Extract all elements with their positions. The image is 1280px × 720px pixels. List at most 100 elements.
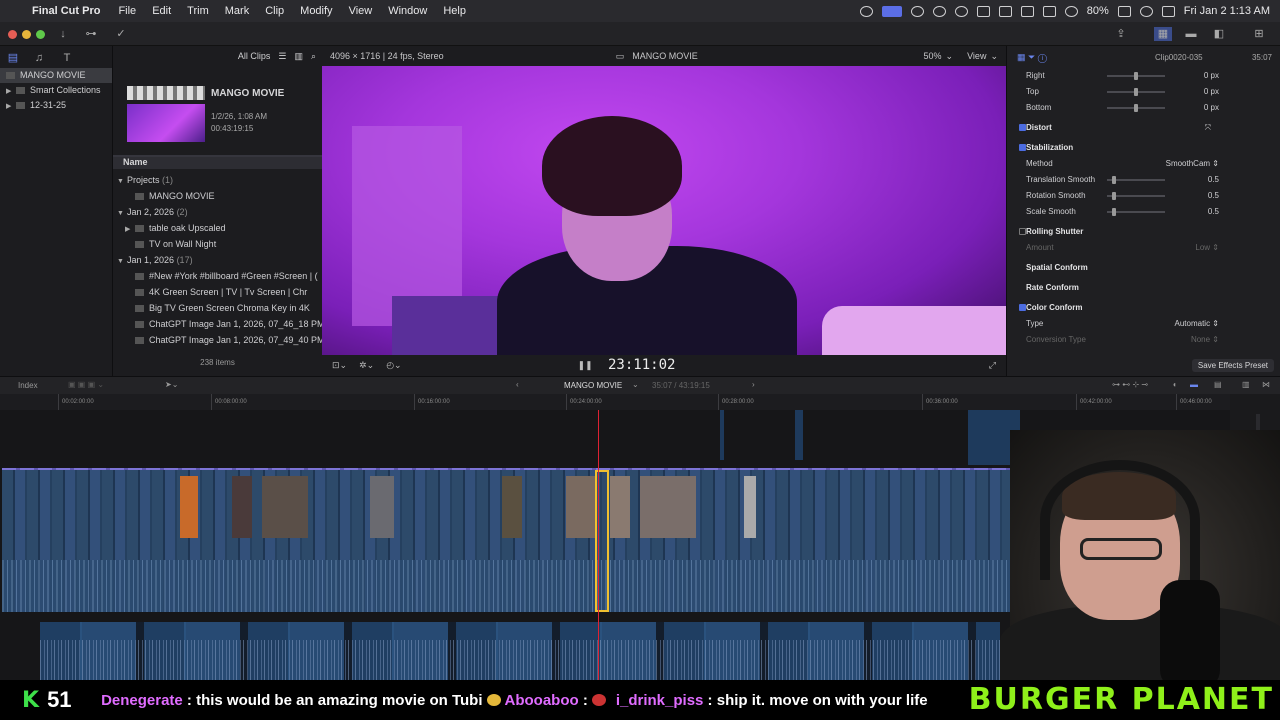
inspector-row[interactable]: Right 0 px [1007, 68, 1280, 83]
status-dot-icon[interactable] [910, 5, 924, 17]
sidebar-item-smart-collections[interactable]: ▶ Smart Collections [0, 83, 112, 98]
enable-checkbox[interactable] [1019, 304, 1026, 311]
minimize-window-button[interactable] [22, 30, 31, 39]
param-slider[interactable] [1107, 104, 1165, 112]
menu-window[interactable]: Window [380, 5, 435, 17]
play-icon[interactable] [954, 5, 968, 17]
clip-filter-popup[interactable]: All Clips [238, 51, 271, 61]
param-popup[interactable]: Automatic ⇕ [1175, 316, 1220, 331]
param-slider[interactable] [1107, 88, 1165, 96]
onscreen-controls-icon[interactable]: ⤧ [1205, 120, 1211, 135]
param-slider[interactable] [1107, 208, 1165, 216]
enable-checkbox[interactable] [1019, 228, 1026, 235]
screen-icon[interactable] [998, 5, 1012, 17]
inspector-row[interactable]: Stabilization [1007, 140, 1280, 155]
param-value[interactable]: 0.5 [1208, 172, 1219, 187]
play-pause-button[interactable]: ❚❚ [578, 360, 593, 371]
menu-view[interactable]: View [341, 5, 381, 17]
layout-icon[interactable]: ▦ [1154, 27, 1172, 41]
disclosure-icon[interactable]: ▶ [125, 222, 135, 236]
message-icon[interactable] [1020, 5, 1034, 17]
list-item[interactable]: ChatGPT Image Jan 1, 2026, 07_49_40 PM [113, 332, 322, 348]
clock[interactable]: Fri Jan 2 1:13 AM [1184, 5, 1270, 17]
list-item[interactable]: ▶ table oak Upscaled [113, 220, 322, 236]
list-item[interactable]: TV on Wall Night [113, 236, 322, 252]
titles-icon[interactable]: T [58, 51, 76, 65]
inspector-row[interactable]: Method SmoothCam ⇕ [1007, 156, 1280, 171]
disclosure-icon[interactable]: ▼ [117, 254, 127, 268]
inspector-row[interactable]: Top 0 px [1007, 84, 1280, 99]
list-view-icon[interactable]: ☰ [278, 51, 286, 62]
save-effects-preset-button[interactable]: Save Effects Preset [1191, 359, 1274, 372]
slider-knob[interactable] [1134, 104, 1138, 112]
menu-file[interactable]: File [110, 5, 144, 17]
video-frame[interactable] [322, 66, 1006, 355]
slider-knob[interactable] [1112, 208, 1117, 216]
battery-icon[interactable] [1117, 5, 1131, 17]
inspector-layout-icon[interactable]: ◧ [1210, 27, 1228, 41]
creative-cloud-icon[interactable] [859, 5, 873, 17]
name-column-header[interactable]: Name [113, 155, 322, 169]
clip-thumbnail[interactable] [232, 476, 252, 538]
screen-share-icon[interactable] [881, 5, 902, 17]
list-item[interactable]: MANGO MOVIE [113, 188, 322, 204]
keywords-icon[interactable]: ⊶ [82, 27, 100, 41]
inspector-row[interactable]: Rotation Smooth 0.5 [1007, 188, 1280, 203]
list-item[interactable]: ▼ Jan 1, 2026 (17) [113, 252, 322, 268]
effects-browser-icon[interactable]: ▥ [1242, 380, 1250, 389]
enable-checkbox[interactable] [1019, 144, 1026, 151]
clip-thumbnail[interactable] [566, 476, 596, 538]
inspector-row[interactable]: Scale Smooth 0.5 [1007, 204, 1280, 219]
record-icon[interactable] [976, 5, 990, 17]
menu-clip[interactable]: Clip [257, 5, 292, 17]
search-icon[interactable] [1139, 5, 1153, 17]
control-center-icon[interactable] [1161, 5, 1175, 17]
view-popup[interactable]: View [967, 51, 986, 61]
index-button[interactable]: Index [18, 381, 38, 390]
list-item[interactable]: 4K Green Screen | TV | Tv Screen | Chr [113, 284, 322, 300]
app-menu[interactable]: Final Cut Pro [30, 5, 110, 17]
sidebar-item-event[interactable]: ▶ 12-31-25 [0, 98, 112, 113]
headphones-icon[interactable]: ◖ [1172, 380, 1177, 389]
enhance-icon[interactable]: ✲⌄ [359, 360, 374, 371]
background-tasks-icon[interactable]: ✓ [112, 27, 130, 41]
clip-thumbnail[interactable] [180, 476, 198, 538]
param-slider[interactable] [1107, 192, 1165, 200]
libraries-icon[interactable]: ▤ [4, 51, 22, 65]
edit-buttons[interactable]: ▣ ▣ ▣ ⌄ [68, 380, 104, 389]
transform-icon[interactable]: ⊡⌄ [332, 360, 347, 371]
slider-knob[interactable] [1112, 176, 1117, 184]
battery-percent[interactable]: 80% [1087, 5, 1109, 17]
menu-edit[interactable]: Edit [144, 5, 179, 17]
menu-help[interactable]: Help [435, 5, 474, 17]
slider-knob[interactable] [1134, 72, 1138, 80]
fullscreen-icon[interactable]: ⤢ [989, 360, 996, 371]
param-value[interactable]: 0 px [1204, 84, 1219, 99]
transitions-icon[interactable]: ⋈ [1262, 380, 1270, 389]
bluetooth-icon[interactable] [1042, 5, 1056, 17]
filmstrip-view-icon[interactable]: ▥ [294, 51, 303, 62]
inspector-row[interactable]: Color Conform [1007, 300, 1280, 315]
disclosure-icon[interactable]: ▼ [117, 206, 127, 220]
connected-clip[interactable] [720, 410, 724, 460]
zoom-window-button[interactable] [36, 30, 45, 39]
zoom-popup[interactable]: 50% [924, 51, 942, 61]
param-value[interactable]: 0.5 [1208, 204, 1219, 219]
project-thumbnail[interactable] [127, 104, 205, 142]
close-window-button[interactable] [8, 30, 17, 39]
snapping-icon[interactable]: ▬ [1190, 380, 1198, 389]
clip-thumbnail[interactable] [370, 476, 394, 538]
clip-thumbnail[interactable] [744, 476, 756, 538]
tool-select-icon[interactable]: ➤⌄ [165, 380, 178, 389]
timeline-project-name[interactable]: MANGO MOVIE [564, 381, 622, 390]
inspector-row[interactable]: Bottom 0 px [1007, 100, 1280, 115]
playhead[interactable] [598, 410, 599, 680]
param-value[interactable]: 0.5 [1208, 188, 1219, 203]
forward-arrow-icon[interactable]: › [752, 380, 755, 389]
inspector-row[interactable]: Distort ⤧ [1007, 120, 1280, 135]
menu-mark[interactable]: Mark [217, 5, 257, 17]
param-popup[interactable]: SmoothCam ⇕ [1166, 156, 1219, 171]
param-popup[interactable]: Low ⇕ [1195, 240, 1219, 255]
timeline-ruler[interactable]: 00:02:00:00 00:08:00:00 00:16:00:00 00:24:0… [0, 394, 1230, 410]
inspector-row[interactable]: Rolling Shutter [1007, 224, 1280, 239]
